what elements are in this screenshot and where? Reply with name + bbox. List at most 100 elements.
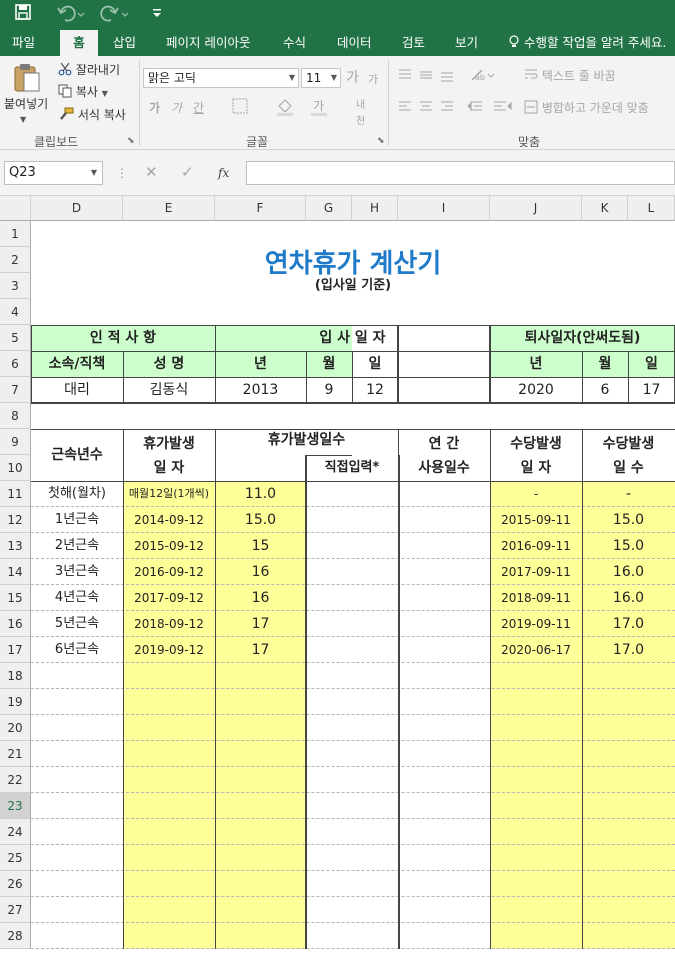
redo-icon[interactable] [100, 4, 130, 24]
chevron-down-icon[interactable]: ▼ [91, 162, 97, 184]
dialog-launcher-icon[interactable]: ⬊ [127, 133, 135, 149]
row-header-14[interactable]: 14 [0, 559, 31, 585]
allow-days-cell[interactable]: 15.0 [582, 533, 675, 559]
leave-date-cell[interactable]: 2014-09-12 [123, 507, 215, 533]
row-header-20[interactable]: 20 [0, 715, 31, 741]
row-header-8[interactable]: 8 [0, 403, 31, 429]
leave-days-cell[interactable]: 11.0 [215, 481, 306, 507]
allow-days-cell[interactable]: 16.0 [582, 559, 675, 585]
row-header-2[interactable]: 2 [0, 247, 31, 273]
row-header-11[interactable]: 11 [0, 481, 31, 507]
leave-date-cell[interactable]: 2016-09-12 [123, 559, 215, 585]
font-size-combo[interactable]: 11 ▼ [301, 68, 341, 88]
row-header-19[interactable]: 19 [0, 689, 31, 715]
row-header-18[interactable]: 18 [0, 663, 31, 689]
orientation-icon[interactable]: ab [470, 68, 496, 82]
column-header-e[interactable]: E [123, 196, 215, 221]
align-top-icon[interactable] [398, 68, 458, 82]
column-header-i[interactable]: I [398, 196, 490, 221]
allow-date-cell[interactable]: 2015-09-11 [490, 507, 582, 533]
undo-icon[interactable] [56, 4, 86, 24]
leave-date-cell[interactable]: 매월12일(1개씩) [123, 481, 215, 507]
allow-date-cell[interactable]: 2017-09-11 [490, 559, 582, 585]
leave-days-cell[interactable]: 15 [215, 533, 306, 559]
row-header-6[interactable]: 6 [0, 351, 31, 377]
row-header-16[interactable]: 16 [0, 611, 31, 637]
leave-date-cell[interactable]: 2017-09-12 [123, 585, 215, 611]
cut-button[interactable]: 잘라내기 [58, 62, 120, 78]
tab-home[interactable]: 홈 [60, 30, 98, 56]
bold-button[interactable]: 가 [149, 100, 160, 116]
allow-days-cell[interactable]: 17.0 [582, 637, 675, 663]
row-header-3[interactable]: 3 [0, 273, 31, 299]
column-header-g[interactable]: G [306, 196, 352, 221]
name-box[interactable]: Q23 ▼ [4, 161, 103, 185]
years-cell[interactable]: 첫해(월차) [31, 481, 123, 507]
row-header-13[interactable]: 13 [0, 533, 31, 559]
copy-dropdown-icon[interactable]: ▼ [102, 89, 108, 98]
fill-color-icon[interactable] [276, 98, 294, 116]
dept-value[interactable]: 대리 [31, 377, 123, 403]
enter-icon[interactable]: ✓ [181, 164, 194, 180]
allow-date-cell[interactable]: 2020-06-17 [490, 637, 582, 663]
format-painter-button[interactable]: 서식 복사 [58, 107, 126, 123]
row-header-25[interactable]: 25 [0, 845, 31, 871]
tab-review[interactable]: 검토 [396, 30, 431, 56]
row-header-4[interactable]: 4 [0, 299, 31, 325]
join-month-value[interactable]: 9 [306, 377, 352, 403]
row-header-21[interactable]: 21 [0, 741, 31, 767]
join-day-value[interactable]: 12 [352, 377, 398, 403]
phonetic-icon[interactable]: 내천 [356, 98, 365, 130]
font-name-combo[interactable]: 맑은 고딕 ▼ [143, 68, 299, 88]
tab-view[interactable]: 보기 [449, 30, 484, 56]
tab-file[interactable]: 파일 [6, 30, 41, 56]
tab-formulas[interactable]: 수식 [277, 30, 312, 56]
row-header-7[interactable]: 7 [0, 377, 31, 403]
leave-days-cell[interactable]: 16 [215, 559, 306, 585]
align-left-icon[interactable] [398, 100, 528, 114]
leave-days-cell[interactable]: 17 [215, 637, 306, 663]
dialog-launcher-icon[interactable]: ⬊ [377, 133, 385, 149]
allow-days-cell[interactable]: 16.0 [582, 585, 675, 611]
leave-date-cell[interactable]: 2015-09-12 [123, 533, 215, 559]
decrease-font-button[interactable]: 가 [368, 72, 378, 88]
years-cell[interactable]: 6년근속 [31, 637, 123, 663]
allow-date-cell[interactable]: 2016-09-11 [490, 533, 582, 559]
leave-days-cell[interactable]: 16 [215, 585, 306, 611]
paste-icon[interactable] [12, 62, 42, 94]
leave-date-cell[interactable]: 2018-09-12 [123, 611, 215, 637]
customize-icon[interactable] [150, 6, 164, 20]
retire-day-value[interactable]: 17 [628, 377, 675, 403]
allow-date-cell[interactable]: - [490, 481, 582, 507]
column-header-h[interactable]: H [352, 196, 398, 221]
column-header-d[interactable]: D [31, 196, 123, 221]
column-header-f[interactable]: F [215, 196, 306, 221]
increase-font-button[interactable]: 가 [346, 70, 359, 86]
row-header-27[interactable]: 27 [0, 897, 31, 923]
name-value[interactable]: 김동식 [123, 377, 215, 403]
allow-days-cell[interactable]: 15.0 [582, 507, 675, 533]
leave-days-cell[interactable]: 17 [215, 611, 306, 637]
select-all-corner[interactable] [0, 196, 31, 221]
italic-button[interactable]: 가 [171, 100, 182, 116]
join-year-value[interactable]: 2013 [215, 377, 306, 403]
row-header-15[interactable]: 15 [0, 585, 31, 611]
years-cell[interactable]: 3년근속 [31, 559, 123, 585]
row-header-1[interactable]: 1 [0, 221, 31, 247]
copy-button[interactable]: 복사 ▼ [58, 84, 108, 102]
years-cell[interactable]: 4년근속 [31, 585, 123, 611]
allow-date-cell[interactable]: 2018-09-11 [490, 585, 582, 611]
row-header-23[interactable]: 23 [0, 793, 31, 819]
allow-days-cell[interactable]: - [582, 481, 675, 507]
merge-center-button[interactable]: 병합하고 가운데 맞춤 [524, 100, 649, 116]
tab-insert[interactable]: 삽입 [107, 30, 142, 56]
wrap-text-button[interactable]: 텍스트 줄 바꿈 [524, 68, 616, 84]
row-header-17[interactable]: 17 [0, 637, 31, 663]
font-color-icon[interactable]: 가 [310, 98, 328, 116]
borders-icon[interactable] [232, 98, 248, 114]
retire-month-value[interactable]: 6 [582, 377, 628, 403]
leave-date-cell[interactable]: 2019-09-12 [123, 637, 215, 663]
years-cell[interactable]: 2년근속 [31, 533, 123, 559]
paste-dropdown-icon[interactable]: ▼ [20, 112, 26, 128]
row-header-5[interactable]: 5 [0, 325, 31, 351]
